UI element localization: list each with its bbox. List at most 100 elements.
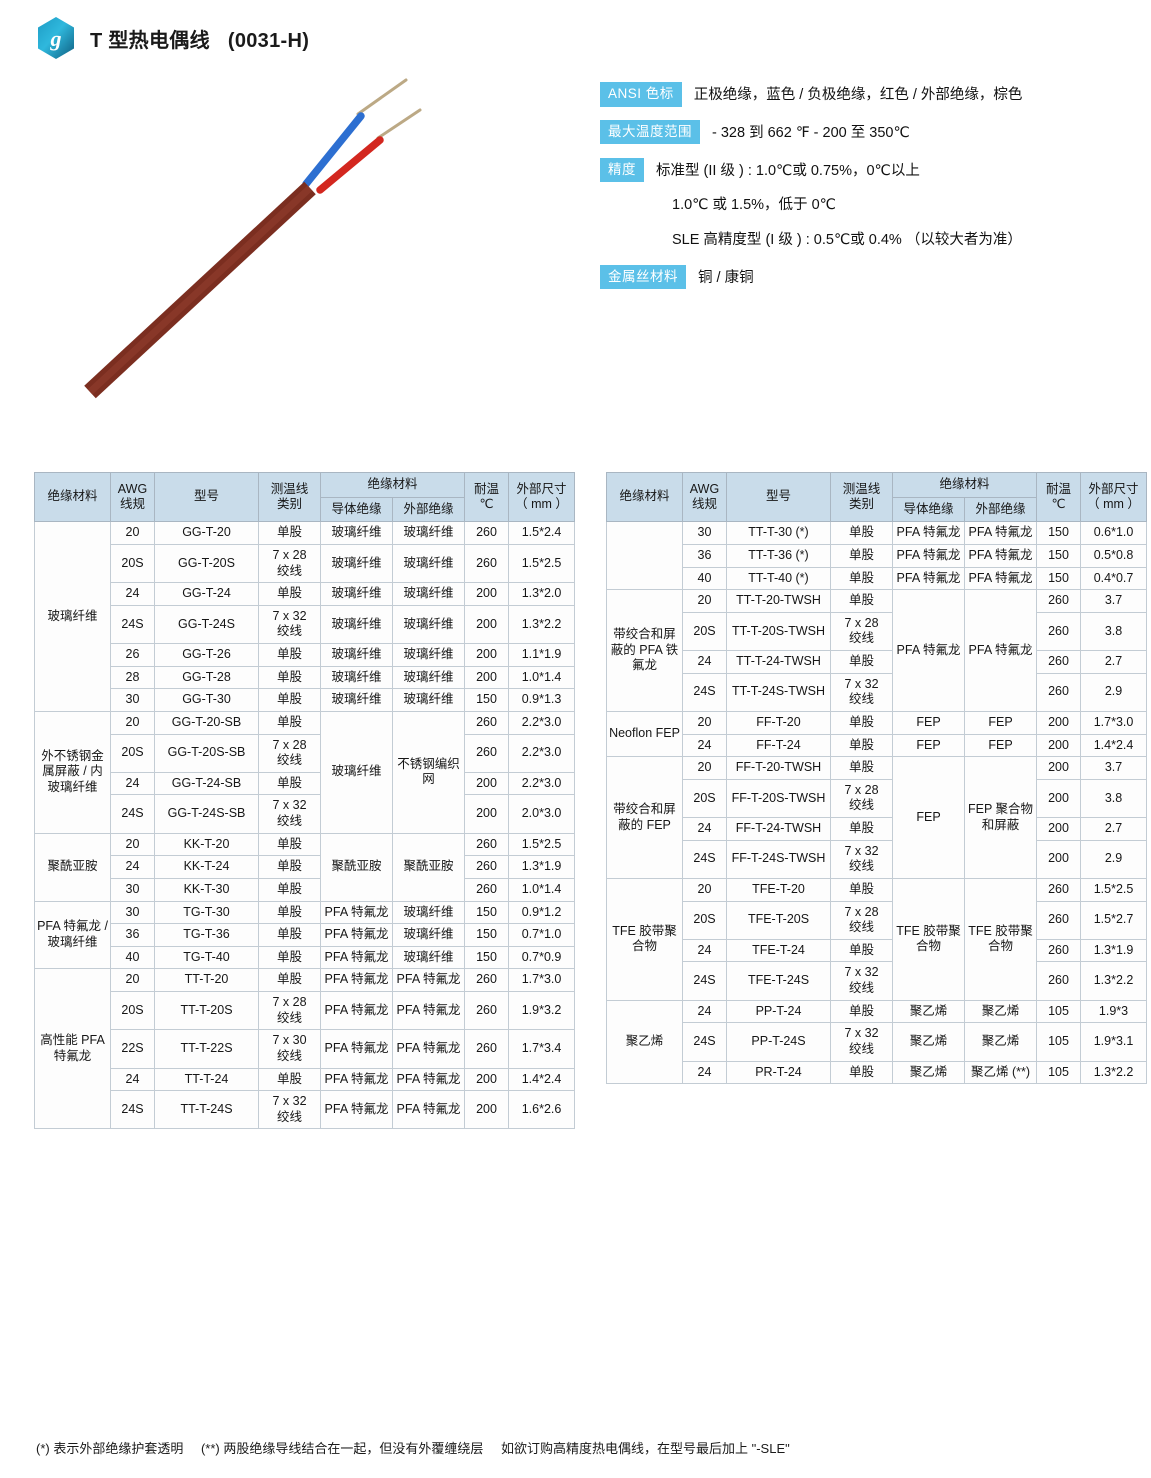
cell-model: TT-T-30 (*) [726,521,831,545]
cell-dimension: 1.5*2.5 [508,832,576,857]
cell-wire-type: 单股 [830,756,893,780]
cell-model: TT-T-20 [154,968,259,992]
cell-model: TT-T-24S [154,1090,259,1130]
cell-model: PP-T-24 [726,999,831,1024]
spec-badge-wire-material: 金属丝材料 [600,264,686,290]
cell-outer-insulation: 不锈钢编织网 [391,710,466,834]
cell-wire-type: 单股 [830,817,893,841]
cell-wire-type: 7 x 28 绞线 [830,778,893,819]
cell-awg: 24S [110,794,155,834]
cell-temperature: 260 [1036,650,1082,674]
cell-temperature: 260 [464,710,510,735]
right-table-head: 绝缘材料 AWG 线规 型号 测温线 类别 绝缘材料 耐温 ℃ 外部尺寸 （ m… [606,471,1148,523]
cell-model: TG-T-36 [154,923,259,947]
th-dimension-main: 外部尺寸 [516,481,567,496]
cell-wire-type: 7 x 28 绞线 [830,611,893,652]
cell-outer-insulation: 玻璃纤维 [391,923,466,947]
cell-wire-type: 7 x 32 绞线 [258,1090,321,1130]
cell-temperature: 200 [464,582,510,606]
cell-temperature: 260 [464,733,510,773]
cell-awg: 24 [682,1060,727,1085]
cell-outer-insulation: 玻璃纤维 [391,521,466,545]
table-row: 24 GG-T-24 单股 玻璃纤维 玻璃纤维 200 1.3*2.0 [35,582,576,606]
right-table-body: 30 TT-T-30 (*) 单股 PFA 特氟龙 PFA 特氟龙 150 0.6*1.0 3… [606,521,1148,1085]
cell-model: GG-T-24-SB [154,771,259,796]
cell-dimension: 1.1*1.9 [508,643,576,667]
cell-awg: 24S [110,604,155,645]
cell-model: TT-T-24-TWSH [726,650,831,674]
cell-model: GG-T-20S [154,543,259,584]
cell-temperature: 150 [1036,566,1082,591]
th-insulation-group: 绝缘材料 [319,472,466,498]
cell-temperature: 200 [1036,710,1082,735]
cell-outer-insulation: PFA 特氟龙 [391,1067,466,1092]
cell-outer-insulation: PFA 特氟龙 [391,1090,466,1130]
cell-temperature: 200 [464,1067,510,1092]
cell-awg: 24S [682,839,727,879]
cell-dimension: 1.3*1.9 [1080,938,1148,963]
th-outer-insulation: 外部绝缘 [391,496,466,523]
cell-awg: 20 [110,710,155,735]
cell-awg: 26 [110,643,155,667]
cell-awg: 30 [682,521,727,545]
cell-model: GG-T-20-SB [154,710,259,735]
spec-value-wire-material: 铜 / 康铜 [698,269,754,286]
table-row: 30 KK-T-30 单股 260 1.0*1.4 [35,877,576,902]
table-row: 20S GG-T-20S-SB 7 x 28 绞线 260 2.2*3.0 [35,733,576,773]
cell-dimension: 2.9 [1080,839,1148,879]
cell-conductor-insulation: PFA 特氟龙 [892,589,965,712]
footnote-note-2: (**) 两股绝缘导线结合在一起，但没有外覆缠绕层 [200,1441,484,1456]
th-conductor-insulation: 导体绝缘 [320,496,393,523]
table-row: 30 GG-T-30 单股 玻璃纤维 玻璃纤维 150 0.9*1.3 [35,688,576,712]
left-spec-table: 绝缘材料 AWG 线规 型号 测温线 类别 绝缘材料 耐温 ℃ 外部尺寸 （ m… [34,471,576,1130]
cell-outer-insulation: 玻璃纤维 [391,688,466,712]
cell-temperature: 260 [1036,900,1082,940]
cell-wire-type: 单股 [258,945,321,970]
cell-insulation-material: 高性能 PFA 特氟龙 [34,968,111,1130]
th-awg-main: AWG [689,481,720,496]
cell-conductor-insulation: FEP [892,733,965,758]
cell-outer-insulation: PFA 特氟龙 [963,589,1038,712]
table-row: 20S FF-T-20S-TWSH 7 x 28 绞线 200 3.8 [607,778,1148,819]
cell-insulation-material: PFA 特氟龙 / 玻璃纤维 [34,900,111,970]
table-row: 24 FF-T-24 单股 FEP FEP 200 1.4*2.4 [607,733,1148,758]
cell-outer-insulation: 聚乙烯 (**) [963,1060,1038,1085]
cell-awg: 28 [110,665,155,690]
cell-wire-type: 单股 [258,521,321,545]
cell-wire-type: 7 x 32 绞线 [830,1022,893,1062]
cell-awg: 24 [110,582,155,606]
cell-model: PR-T-24 [726,1060,831,1085]
cell-dimension: 1.9*3.2 [508,990,576,1031]
table-row: 聚乙烯 24 PP-T-24 单股 聚乙烯 聚乙烯 105 1.9*3 [606,999,1148,1085]
th-model: 型号 [726,471,831,523]
table-row: PFA 特氟龙 / 玻璃纤维 30 TG-T-30 单股 PFA 特氟龙 玻璃纤维 150 0… [34,900,576,970]
cell-wire-type: 单股 [830,733,893,758]
table-row: 24S GG-T-24S 7 x 32 绞线 玻璃纤维 玻璃纤维 200 1.3*2.2 [35,604,576,645]
th-model: 型号 [154,471,259,523]
cell-awg: 20 [110,832,155,857]
cell-temperature: 260 [464,543,510,584]
cell-temperature: 200 [1036,778,1082,819]
cell-outer-insulation: PFA 特氟龙 [391,1029,466,1069]
cell-model: KK-T-20 [154,832,259,857]
product-code: (0031-H) [227,29,310,52]
spec-badge-temp-range: 最大温度范围 [600,119,700,145]
cell-conductor-insulation: 玻璃纤维 [320,710,393,834]
spec-row-temp-range: 最大温度范围 - 328 到 662 ℉ - 200 至 350℃ [600,119,1140,145]
cell-model: TT-T-24 [154,1067,259,1092]
cell-wire-type: 单股 [830,521,893,545]
table-row: 外不锈钢金属屏蔽 / 内玻璃纤维 20 GG-T-20-SB 单股 玻璃纤维 不锈钢编织网… [34,710,576,834]
cell-model: TFE-T-20 [726,877,831,902]
cell-dimension: 1.3*2.0 [508,582,576,606]
cell-model: TFE-T-24 [726,938,831,963]
cell-model: KK-T-24 [154,855,259,879]
cell-model: TT-T-22S [154,1029,259,1069]
cell-wire-type: 7 x 28 绞线 [258,733,321,773]
cell-dimension: 0.6*1.0 [1080,521,1148,545]
cell-awg: 20 [110,521,155,545]
cell-conductor-insulation: 玻璃纤维 [320,521,393,545]
cell-temperature: 150 [464,900,510,925]
cell-temperature: 150 [1036,543,1082,568]
cell-awg: 20S [110,990,155,1031]
cell-wire-type: 单股 [258,771,321,796]
